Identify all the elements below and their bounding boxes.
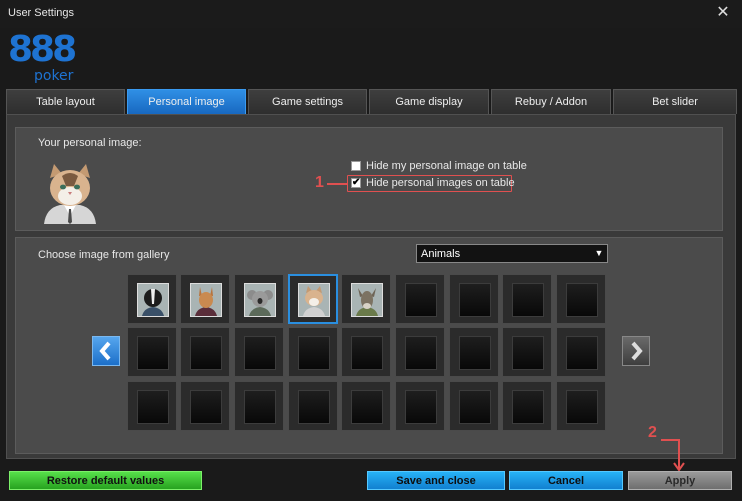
gallery-prev-button[interactable] xyxy=(92,336,120,366)
empty-slot xyxy=(566,283,598,317)
tab-personal-image[interactable]: Personal image xyxy=(127,89,246,114)
hide-images-checkbox[interactable]: ✔ xyxy=(351,178,361,188)
close-icon[interactable]: ✕ xyxy=(714,4,732,22)
tab-table-layout[interactable]: Table layout xyxy=(6,89,125,114)
empty-slot xyxy=(298,336,330,370)
hide-images-label: Hide personal images on table xyxy=(366,177,515,189)
gallery-cell-empty[interactable] xyxy=(502,274,552,324)
gallery-cell-empty[interactable] xyxy=(180,327,230,377)
gallery-cell-donkey[interactable] xyxy=(341,274,391,324)
888poker-logo: 888 poker xyxy=(8,29,78,86)
empty-slot xyxy=(405,283,437,317)
annotation-line-1 xyxy=(327,183,347,185)
gallery-cell-empty[interactable] xyxy=(127,381,177,431)
personal-image-heading: Your personal image: xyxy=(38,137,142,149)
gallery-cell-empty[interactable] xyxy=(341,381,391,431)
tab-bet-slider[interactable]: Bet slider xyxy=(613,89,737,114)
gallery-cell-empty[interactable] xyxy=(556,327,606,377)
cancel-button[interactable]: Cancel xyxy=(509,471,623,490)
empty-slot xyxy=(244,390,276,424)
gallery-cell-empty[interactable] xyxy=(502,327,552,377)
donkey-avatar xyxy=(351,283,383,317)
gallery-cell-empty[interactable] xyxy=(395,274,445,324)
empty-slot xyxy=(137,390,169,424)
empty-slot xyxy=(244,336,276,370)
window-title: User Settings xyxy=(8,7,75,19)
empty-slot xyxy=(190,336,222,370)
gallery-cell-empty[interactable] xyxy=(449,327,499,377)
gallery-cell-kangaroo[interactable] xyxy=(180,274,230,324)
chevron-left-icon xyxy=(99,341,111,361)
empty-slot xyxy=(512,390,544,424)
gallery-cell-empty[interactable] xyxy=(341,327,391,377)
empty-slot xyxy=(459,336,491,370)
gallery-cell-empty[interactable] xyxy=(395,327,445,377)
annotation-arrow-2 xyxy=(661,439,685,472)
hide-my-image-label: Hide my personal image on table xyxy=(366,160,527,172)
gallery-cell-empty[interactable] xyxy=(449,274,499,324)
gallery-heading: Choose image from gallery xyxy=(38,249,170,261)
gallery-next-button[interactable] xyxy=(622,336,650,366)
koala-avatar xyxy=(244,283,276,317)
chevron-right-icon xyxy=(631,341,643,361)
gallery-cell-empty[interactable] xyxy=(395,381,445,431)
gallery-cell-empty[interactable] xyxy=(502,381,552,431)
gallery-cell-empty[interactable] xyxy=(288,327,338,377)
logo-number: 888 xyxy=(8,29,77,70)
gallery-cell-koala[interactable] xyxy=(234,274,284,324)
current-avatar xyxy=(40,162,100,224)
logo-brand: poker xyxy=(34,68,74,84)
restore-defaults-button[interactable]: Restore default values xyxy=(9,471,202,490)
empty-slot xyxy=(351,336,383,370)
empty-slot xyxy=(137,336,169,370)
cat-avatar xyxy=(298,283,330,317)
tab-rebuy-addon[interactable]: Rebuy / Addon xyxy=(491,89,611,114)
gallery-cell-empty[interactable] xyxy=(556,274,606,324)
gallery-cell-empty[interactable] xyxy=(234,381,284,431)
gallery-cell-cat[interactable] xyxy=(288,274,338,324)
empty-slot xyxy=(566,390,598,424)
hide-my-image-checkbox[interactable] xyxy=(351,161,361,171)
gallery-cell-empty[interactable] xyxy=(127,327,177,377)
settings-tabs: Table layout Personal image Game setting… xyxy=(6,89,739,114)
save-and-close-button[interactable]: Save and close xyxy=(367,471,505,490)
empty-slot xyxy=(512,283,544,317)
gallery-category-value: Animals xyxy=(421,248,461,260)
empty-slot xyxy=(566,336,598,370)
empty-slot xyxy=(351,390,383,424)
empty-slot xyxy=(298,390,330,424)
empty-slot xyxy=(459,283,491,317)
annotation-step-1: 1 xyxy=(315,174,324,191)
chevron-down-icon: ▼ xyxy=(591,245,607,262)
gallery-cell-empty[interactable] xyxy=(288,381,338,431)
kangaroo-avatar xyxy=(190,283,222,317)
tab-game-display[interactable]: Game display xyxy=(369,89,489,114)
empty-slot xyxy=(459,390,491,424)
skunk-avatar xyxy=(137,283,169,317)
gallery-cell-empty[interactable] xyxy=(556,381,606,431)
gallery-cell-empty[interactable] xyxy=(449,381,499,431)
title-bar: User Settings ✕ xyxy=(0,0,742,28)
tab-game-settings[interactable]: Game settings xyxy=(248,89,367,114)
gallery-cell-skunk[interactable] xyxy=(127,274,177,324)
empty-slot xyxy=(512,336,544,370)
gallery-cell-empty[interactable] xyxy=(180,381,230,431)
apply-button[interactable]: Apply xyxy=(628,471,732,490)
empty-slot xyxy=(405,336,437,370)
gallery-cell-empty[interactable] xyxy=(234,327,284,377)
empty-slot xyxy=(405,390,437,424)
empty-slot xyxy=(190,390,222,424)
gallery-category-select[interactable]: Animals ▼ xyxy=(416,244,608,263)
